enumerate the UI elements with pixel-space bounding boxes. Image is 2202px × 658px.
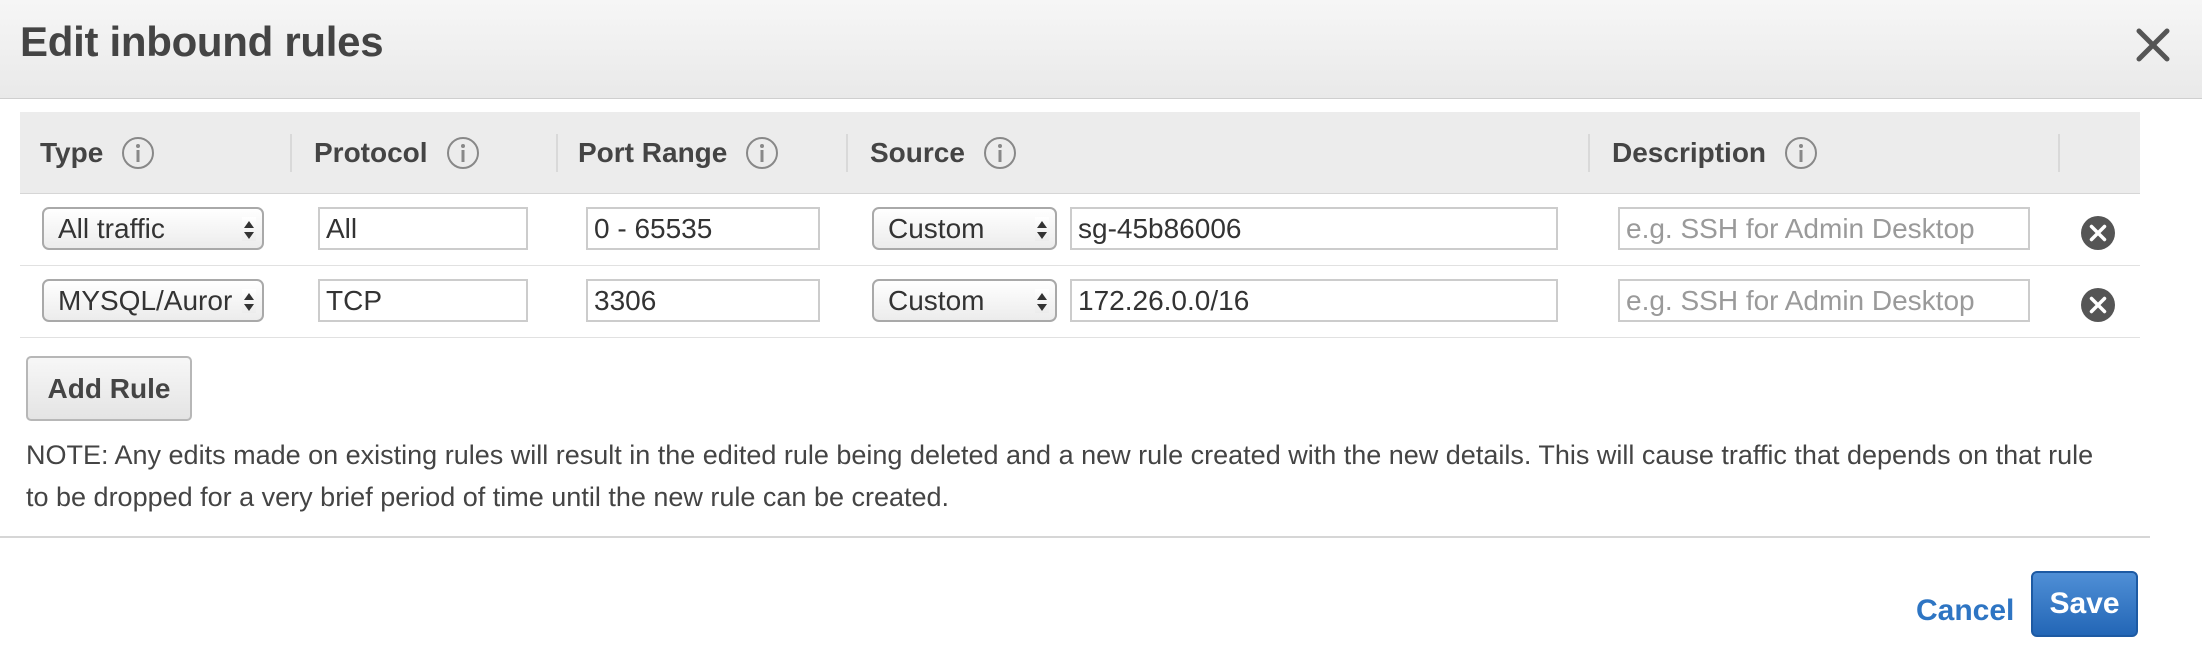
description-field[interactable] — [1618, 207, 2030, 250]
column-label-protocol: Protocol — [314, 137, 428, 168]
column-divider — [846, 134, 848, 172]
column-divider — [290, 134, 292, 172]
protocol-field[interactable] — [318, 279, 528, 322]
source-type-select[interactable]: Custom — [872, 279, 1057, 322]
select-arrows-icon — [242, 289, 256, 313]
column-header-type: Type — [40, 112, 155, 194]
table-header: Type Protocol Port Range Source Descript… — [20, 112, 2140, 194]
footer-divider — [0, 536, 2150, 538]
column-divider — [556, 134, 558, 172]
info-icon[interactable] — [121, 136, 155, 170]
column-header-port-range: Port Range — [578, 112, 779, 194]
column-label-port-range: Port Range — [578, 137, 728, 168]
info-icon[interactable] — [446, 136, 480, 170]
column-label-description: Description — [1612, 137, 1767, 168]
column-divider — [2058, 134, 2060, 172]
column-header-description: Description — [1612, 112, 1818, 194]
column-divider — [1588, 134, 1590, 172]
remove-rule-icon[interactable] — [2080, 215, 2116, 251]
column-header-protocol: Protocol — [314, 112, 480, 194]
port-range-field[interactable] — [586, 279, 820, 322]
protocol-field[interactable] — [318, 207, 528, 250]
select-arrows-icon — [242, 217, 256, 241]
source-type-select-value: Custom — [888, 212, 985, 244]
info-icon[interactable] — [745, 136, 779, 170]
rules-table: Type Protocol Port Range Source Descript… — [20, 112, 2140, 338]
source-type-select-value: Custom — [888, 284, 985, 316]
rule-row: MYSQL/Auror Custom — [20, 266, 2140, 338]
info-icon[interactable] — [983, 136, 1017, 170]
select-arrows-icon — [1035, 217, 1049, 241]
save-button[interactable]: Save — [2031, 571, 2138, 637]
close-icon[interactable] — [2128, 14, 2178, 74]
column-header-source: Source — [870, 112, 1017, 194]
dialog-title: Edit inbound rules — [20, 18, 384, 65]
port-range-field[interactable] — [586, 207, 820, 250]
source-field[interactable] — [1070, 207, 1558, 250]
remove-rule-icon[interactable] — [2080, 287, 2116, 323]
rule-row: All traffic Custom — [20, 194, 2140, 266]
type-select[interactable]: MYSQL/Auror — [42, 279, 264, 322]
source-type-select[interactable]: Custom — [872, 207, 1057, 250]
add-rule-button[interactable]: Add Rule — [26, 356, 192, 421]
column-label-source: Source — [870, 137, 965, 168]
dialog-header: Edit inbound rules — [0, 0, 2202, 99]
column-label-type: Type — [40, 137, 104, 168]
select-arrows-icon — [1035, 289, 1049, 313]
edit-warning-note: NOTE: Any edits made on existing rules w… — [26, 440, 2094, 512]
cancel-link[interactable]: Cancel — [1916, 594, 2014, 628]
info-icon[interactable] — [1784, 136, 1818, 170]
type-select-value: All traffic — [58, 212, 165, 244]
description-field[interactable] — [1618, 279, 2030, 322]
source-field[interactable] — [1070, 279, 1558, 322]
type-select[interactable]: All traffic — [42, 207, 264, 250]
type-select-value: MYSQL/Auror — [58, 284, 233, 316]
